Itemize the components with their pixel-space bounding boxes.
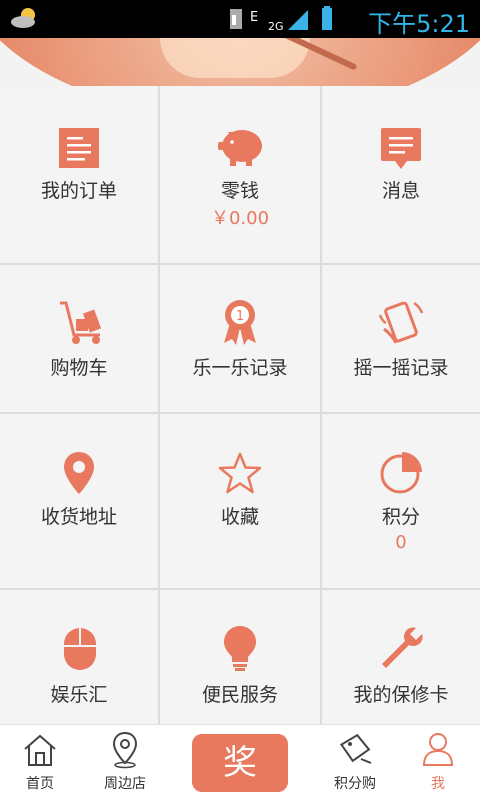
nav-me[interactable]: 我 — [398, 725, 478, 801]
order-icon — [59, 128, 99, 168]
svg-text:1: 1 — [236, 309, 244, 324]
grid-label-lottery-records: 乐一乐记录 — [192, 357, 288, 379]
grid-item-lottery-records[interactable]: 1 乐一乐记录 — [160, 265, 320, 412]
grid-item-address[interactable]: 收货地址 — [0, 414, 158, 588]
nav-nearby-label: 周边店 — [104, 776, 146, 792]
badge-icon: 1 — [224, 300, 256, 345]
nav-me-label: 我 — [431, 776, 445, 792]
profile-header-banner — [0, 38, 480, 86]
grid-item-entertainment[interactable]: 娱乐汇 — [0, 590, 158, 724]
network-letter: E — [250, 10, 258, 25]
grid-label-change: 零钱 — [220, 180, 259, 202]
grid-item-points[interactable]: 积分 0 — [322, 414, 480, 588]
nav-points-shop[interactable]: 积分购 — [315, 725, 395, 801]
banner-food — [160, 38, 310, 78]
grid-label-points: 积分 — [381, 506, 420, 528]
user-icon — [422, 733, 454, 766]
grid-label-services: 便民服务 — [201, 684, 278, 706]
grid-item-orders[interactable]: 我的订单 — [0, 86, 158, 263]
grid-item-change[interactable]: 零钱 ￥0.00 — [160, 86, 320, 263]
nav-nearby[interactable]: 周边店 — [85, 725, 165, 801]
grid-label-shake-records: 摇一摇记录 — [353, 357, 449, 379]
mouse-icon — [64, 628, 96, 670]
bottom-nav: 首页 周边店 奖 积分购 我 — [0, 724, 480, 801]
nav-home[interactable]: 首页 — [0, 725, 80, 801]
wrench-icon — [382, 627, 423, 668]
grid-label-favorites: 收藏 — [220, 506, 259, 528]
signal-icons: E 2G — [230, 6, 332, 33]
weather-icon — [11, 8, 35, 28]
lightbulb-icon — [224, 626, 256, 671]
change-balance: ￥0.00 — [210, 208, 270, 229]
nav-points-shop-label: 积分购 — [334, 776, 376, 792]
tag-icon — [339, 733, 372, 764]
star-icon — [218, 452, 262, 494]
location-icon — [112, 731, 138, 769]
cart-icon — [60, 301, 102, 344]
prize-button[interactable]: 奖 — [192, 734, 288, 792]
piggy-bank-icon — [218, 130, 262, 166]
grid-item-favorites[interactable]: 收藏 — [160, 414, 320, 588]
location-pin-icon — [64, 452, 94, 494]
grid-label-warranty: 我的保修卡 — [353, 684, 449, 706]
grid-label-entertainment: 娱乐汇 — [50, 684, 108, 706]
clock: 下午5:21 — [368, 10, 470, 38]
pie-chart-icon — [380, 452, 422, 494]
grid-label-address: 收货地址 — [40, 506, 117, 528]
grid-item-shake-records[interactable]: 摇一摇记录 — [322, 265, 480, 412]
grid-label-cart: 购物车 — [50, 357, 108, 379]
grid-item-messages[interactable]: 消息 — [322, 86, 480, 263]
points-value: 0 — [395, 532, 407, 553]
shake-phone-icon — [378, 301, 424, 344]
grid-item-warranty[interactable]: 我的保修卡 — [322, 590, 480, 724]
home-icon — [24, 734, 56, 766]
grid-item-cart[interactable]: 购物车 — [0, 265, 158, 412]
network-type: 2G — [268, 20, 284, 33]
nav-home-label: 首页 — [26, 776, 54, 792]
grid-label-orders: 我的订单 — [40, 180, 117, 202]
status-bar: E 2G 下午5:21 — [0, 0, 480, 38]
message-icon — [381, 128, 421, 169]
grid-item-services[interactable]: 便民服务 — [160, 590, 320, 724]
grid-label-messages: 消息 — [381, 180, 420, 202]
menu-grid: 我的订单 零钱 ￥0.00 消息 购物车 1 乐一乐记录 摇一摇记录 收货地址 … — [0, 86, 480, 724]
